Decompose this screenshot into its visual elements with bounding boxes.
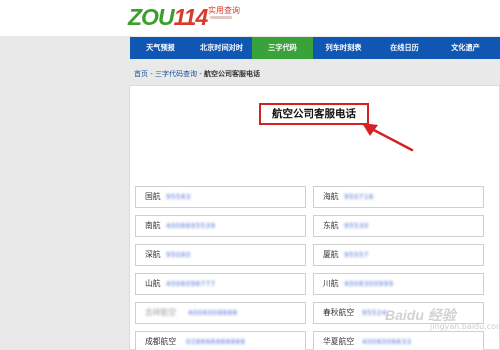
airline-cell: 吉祥航空 4006008888 [135,302,306,324]
logo-tagline: 实用查询 [208,6,240,15]
nav-beijing-time[interactable]: 北京时间对时 [191,37,252,59]
airline-phone[interactable]: 95080 [166,245,191,265]
airline-phone[interactable]: 4008300999 [344,274,394,294]
nav-train-timetable[interactable]: 列车时刻表 [313,37,374,59]
airline-phone[interactable]: 028666888888 [186,332,245,350]
annotation-arrow-icon [362,123,414,152]
airline-phone[interactable]: 950718 [344,187,374,207]
airline-name: 川航 [323,279,339,288]
airline-phone[interactable]: 4006695539 [166,216,216,236]
airline-cell: 华夏航空 4006006633 [313,331,484,350]
airline-name: 华夏航空 [323,337,355,346]
airline-phone[interactable]: 95524 [362,303,387,323]
airline-phone[interactable]: 95557 [344,245,369,265]
airline-name: 厦航 [323,250,339,259]
breadcrumb-home[interactable]: 首页 [134,70,148,78]
airline-name: 国航 [145,192,161,201]
airline-name: 吉祥航空 [145,308,177,317]
breadcrumb: 首页 - 三字代码查询 - 航空公司客服电话 [134,70,260,78]
page-title: 航空公司客服电话 [259,103,369,125]
main-nav: 天气预报 北京时间对时 三字代码 列车时刻表 在线日历 文化遗产 [130,37,500,59]
airline-cell: 东航 95530 [313,215,484,237]
nav-calendar[interactable]: 在线日历 [374,37,435,59]
airline-name: 深航 [145,250,161,259]
nav-weather[interactable]: 天气预报 [130,37,191,59]
airline-cell: 成都航空 028666888888 [135,331,306,350]
airline-cell: 海航 950718 [313,186,484,208]
airline-phone[interactable]: 95530 [344,216,369,236]
logo-domain-blurred [210,16,232,19]
airline-name: 山航 [145,279,161,288]
airline-cell: 南航 4006695539 [135,215,306,237]
logo-band: ZOU114 实用查询 [0,0,500,36]
airline-cell: 川航 4008300999 [313,273,484,295]
breadcrumb-current: 航空公司客服电话 [203,70,260,78]
airline-phone[interactable]: 95583 [166,187,191,207]
airline-cell: 深航 95080 [135,244,306,266]
airline-cell: 山航 4006096777 [135,273,306,295]
nav-three-letter-code[interactable]: 三字代码 [252,37,313,59]
site-logo[interactable]: ZOU114 [128,4,208,31]
airline-name: 东航 [323,221,339,230]
airline-cell: 厦航 95557 [313,244,484,266]
airline-cell: 国航 95583 [135,186,306,208]
airline-name: 海航 [323,192,339,201]
airline-name: 成都航空 [145,337,177,346]
watermark-url: jingyan.baidu.com [430,322,500,331]
nav-heritage[interactable]: 文化遗产 [435,37,496,59]
airline-name: 春秋航空 [323,308,355,317]
airline-name: 南航 [145,221,161,230]
airline-phone[interactable]: 4006006633 [362,332,412,350]
airline-phone[interactable]: 4006008888 [188,303,238,323]
airline-phone[interactable]: 4006096777 [166,274,216,294]
breadcrumb-section[interactable]: 三字代码查询 [155,70,197,78]
